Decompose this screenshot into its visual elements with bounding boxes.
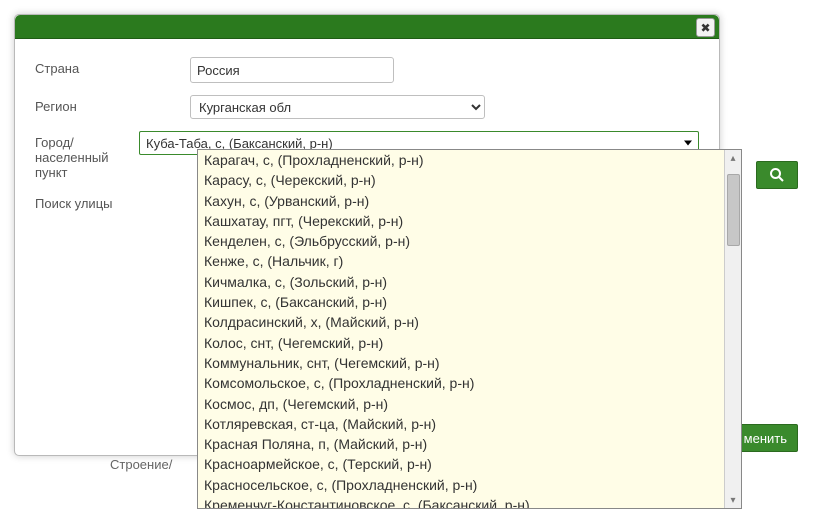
region-select[interactable]: Курганская обл (190, 95, 485, 119)
city-option[interactable]: Карагач, с, (Прохладненский, р-н) (198, 150, 724, 170)
scroll-up-icon[interactable]: ▴ (725, 150, 741, 166)
city-option[interactable]: Кашхатау, пгт, (Черекский, р-н) (198, 211, 724, 231)
apply-button[interactable]: менить (733, 424, 798, 452)
modal-header: ✖ (15, 15, 719, 39)
scroll-thumb[interactable] (727, 174, 740, 246)
street-label: Поиск улицы (35, 192, 190, 211)
close-button[interactable]: ✖ (696, 18, 715, 37)
city-option[interactable]: Колос, снт, (Чегемский, р-н) (198, 333, 724, 353)
chevron-down-icon (684, 141, 692, 146)
city-option[interactable]: Карасу, с, (Черекский, р-н) (198, 170, 724, 190)
city-option[interactable]: Кичмалка, с, (Зольский, р-н) (198, 272, 724, 292)
city-option[interactable]: Коммунальник, снт, (Чегемский, р-н) (198, 353, 724, 373)
city-label: Город/населенный пункт (35, 131, 139, 180)
city-option[interactable]: Кенделен, с, (Эльбрусский, р-н) (198, 231, 724, 251)
search-button[interactable] (756, 161, 798, 189)
city-option[interactable]: Кременчуг-Константиновское, с, (Баксанск… (198, 495, 724, 508)
country-input[interactable] (190, 57, 394, 83)
region-label: Регион (35, 95, 190, 114)
city-option[interactable]: Котляревская, ст-ца, (Майский, р-н) (198, 414, 724, 434)
building-label: Строение/ (110, 457, 172, 472)
city-option[interactable]: Кенже, с, (Нальчик, г) (198, 251, 724, 271)
city-option[interactable]: Красноармейское, с, (Терский, р-н) (198, 454, 724, 474)
city-option[interactable]: Космос, дп, (Чегемский, р-н) (198, 394, 724, 414)
close-icon: ✖ (700, 21, 710, 35)
city-option[interactable]: Комсомольское, с, (Прохладненский, р-н) (198, 373, 724, 393)
city-option[interactable]: Красная Поляна, п, (Майский, р-н) (198, 434, 724, 454)
apply-label: менить (744, 431, 787, 446)
search-icon (769, 167, 785, 183)
city-option[interactable]: Кахун, с, (Урванский, р-н) (198, 191, 724, 211)
dropdown-scrollbar[interactable]: ▴ ▾ (724, 150, 741, 508)
city-option[interactable]: Кишпек, с, (Баксанский, р-н) (198, 292, 724, 312)
city-option[interactable]: Колдрасинский, х, (Майский, р-н) (198, 312, 724, 332)
country-label: Страна (35, 57, 190, 76)
scroll-down-icon[interactable]: ▾ (725, 492, 741, 508)
city-dropdown: Карагач, с, (Прохладненский, р-н)Карасу,… (197, 149, 742, 509)
city-option[interactable]: Красносельское, с, (Прохладненский, р-н) (198, 475, 724, 495)
